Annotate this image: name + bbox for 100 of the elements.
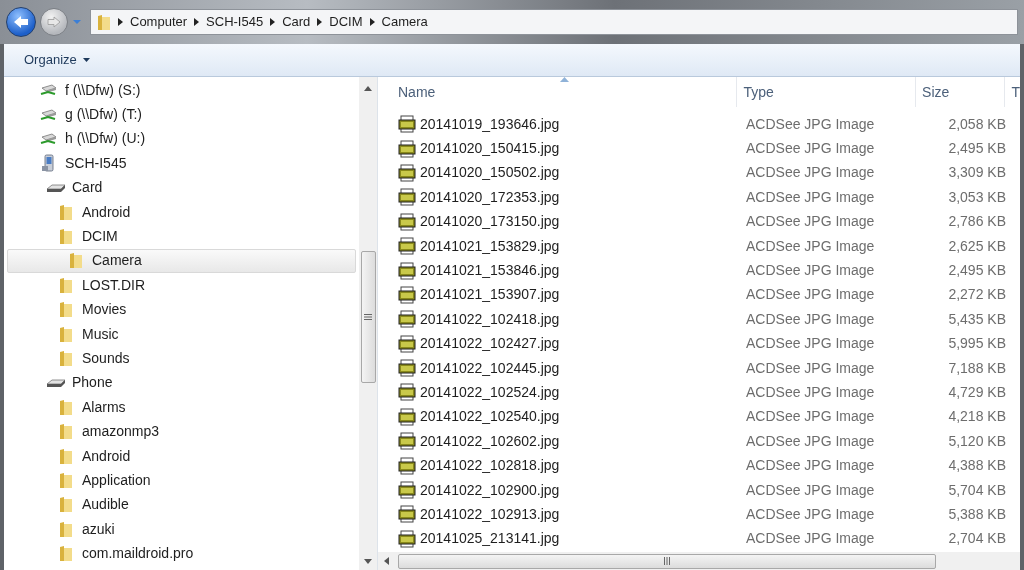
file-name[interactable]: 20141022_102427.jpg	[420, 333, 560, 355]
folder-icon	[97, 13, 111, 31]
file-size: 5,388 KB	[947, 504, 1007, 524]
folder-icon	[59, 325, 73, 343]
left-arrow-icon[interactable]	[384, 557, 389, 565]
tree-item[interactable]: Phone	[7, 370, 356, 396]
vertical-scrollbar[interactable]	[359, 77, 377, 570]
image-file-icon	[398, 139, 416, 158]
file-type: ACDSee JPG Image	[745, 187, 876, 207]
tree-item[interactable]: Audible	[7, 492, 356, 518]
network-drive-icon	[40, 131, 58, 146]
tree-item[interactable]: Application	[7, 468, 356, 493]
folder-icon	[59, 447, 73, 465]
image-file-icon	[398, 115, 416, 134]
down-arrow-icon[interactable]	[364, 559, 372, 564]
image-file-icon	[398, 285, 416, 304]
file-name[interactable]: 20141022_102900.jpg	[420, 479, 560, 501]
drive-icon	[46, 182, 66, 193]
file-size: 5,435 KB	[947, 309, 1007, 329]
right-arrow-icon	[47, 16, 61, 28]
column-header[interactable]: Size	[916, 77, 1006, 107]
file-name[interactable]: 20141020_150502.jpg	[420, 162, 560, 184]
chevron-icon	[194, 18, 200, 26]
file-size: 3,309 KB	[947, 163, 1007, 183]
tree-item[interactable]: Movies	[7, 297, 356, 322]
tree-item[interactable]: SCH-I545	[7, 151, 356, 176]
tree-item[interactable]: Card	[7, 175, 356, 200]
network-drive-icon	[40, 83, 58, 98]
folder-icon	[59, 350, 73, 367]
tree-item[interactable]: g (\\Dfw) (T:)	[7, 102, 356, 127]
folder-icon	[59, 471, 73, 489]
tree-item[interactable]: Music	[7, 321, 356, 347]
breadcrumb[interactable]: SCH-I545	[206, 12, 264, 32]
breadcrumb[interactable]: Camera	[381, 12, 428, 32]
image-file-icon	[398, 432, 416, 451]
tree-item[interactable]: Android	[7, 199, 356, 225]
file-name[interactable]: 20141022_102445.jpg	[420, 357, 560, 379]
file-name[interactable]: 20141022_102524.jpg	[420, 382, 560, 403]
file-name[interactable]: 20141022_102818.jpg	[420, 455, 560, 477]
address-bar[interactable]: Computer SCH-I545 Card DCIM Camera	[90, 9, 1018, 35]
image-file-icon	[398, 188, 416, 207]
tree-item[interactable]: Sounds	[7, 346, 356, 371]
file-size: 5,995 KB	[947, 334, 1007, 354]
file-type: ACDSee JPG Image	[745, 431, 876, 451]
tree-item[interactable]: com.maildroid.pro	[7, 541, 356, 566]
image-file-icon	[398, 407, 416, 426]
file-size: 2,495 KB	[947, 261, 1007, 281]
horizontal-scrollbar[interactable]	[378, 552, 1020, 570]
column-header[interactable]: Type	[737, 77, 917, 107]
file-name[interactable]: 20141022_102602.jpg	[420, 430, 560, 452]
image-file-icon	[398, 310, 416, 329]
file-name[interactable]: 20141019_193646.jpg	[420, 113, 560, 135]
breadcrumb[interactable]: Card	[282, 12, 311, 32]
file-name[interactable]: 20141022_102418.jpg	[420, 308, 560, 330]
file-type: ACDSee JPG Image	[745, 114, 876, 134]
file-name[interactable]: 20141020_172353.jpg	[420, 186, 560, 208]
tree-item[interactable]: f (\\Dfw) (S:)	[7, 78, 356, 103]
tree-item[interactable]: Android	[7, 443, 356, 469]
file-size: 7,188 KB	[947, 358, 1007, 378]
file-type: ACDSee JPG Image	[745, 285, 876, 305]
scrollbar-thumb[interactable]	[360, 251, 376, 383]
column-header[interactable]: T	[1005, 77, 1020, 107]
tree-item[interactable]: h (\\Dfw) (U:)	[7, 126, 356, 152]
back-button[interactable]	[6, 7, 36, 37]
image-file-icon	[398, 212, 416, 231]
tree-item[interactable]: DCIM	[7, 224, 356, 249]
file-size: 4,729 KB	[947, 383, 1007, 402]
sort-arrow-icon	[560, 77, 569, 82]
file-name[interactable]: 20141022_102913.jpg	[420, 503, 560, 525]
file-name[interactable]: 20141021_153829.jpg	[420, 235, 560, 257]
file-size: 5,704 KB	[947, 480, 1007, 500]
chevron-icon	[270, 18, 276, 26]
image-file-icon	[398, 334, 416, 353]
file-name[interactable]: 20141021_153907.jpg	[420, 284, 560, 306]
network-drive-icon	[40, 107, 58, 122]
image-file-icon	[398, 163, 416, 182]
tree-item[interactable]: azuki	[7, 517, 356, 542]
tree-item[interactable]: amazonmp3	[7, 419, 356, 444]
folder-icon	[59, 545, 73, 563]
chevron-icon	[118, 18, 123, 26]
file-name[interactable]: 20141020_150415.jpg	[420, 138, 560, 160]
organize-menu[interactable]: Organize	[24, 50, 90, 70]
tree-item[interactable]: Alarms	[7, 395, 356, 420]
file-type: ACDSee JPG Image	[745, 309, 876, 329]
file-type: ACDSee JPG Image	[745, 236, 876, 256]
tree-item[interactable]: LOST.DIR	[7, 273, 356, 298]
scrollbar-thumb[interactable]	[398, 553, 936, 569]
file-name[interactable]: 20141022_102540.jpg	[420, 406, 560, 428]
image-file-icon	[398, 481, 416, 500]
file-name[interactable]: 20141021_153846.jpg	[420, 260, 560, 282]
breadcrumb[interactable]: Computer	[130, 12, 188, 32]
chevron-icon	[317, 18, 323, 26]
file-name[interactable]: 20141025_213141.jpg	[420, 528, 560, 550]
tree-item[interactable]: Camera	[7, 248, 356, 274]
breadcrumb[interactable]: DCIM	[329, 12, 363, 32]
folder-icon	[59, 398, 73, 416]
folder-icon	[59, 423, 73, 441]
file-name[interactable]: 20141020_173150.jpg	[420, 211, 560, 233]
file-size: 4,388 KB	[947, 456, 1007, 476]
up-arrow-icon[interactable]	[364, 86, 372, 91]
